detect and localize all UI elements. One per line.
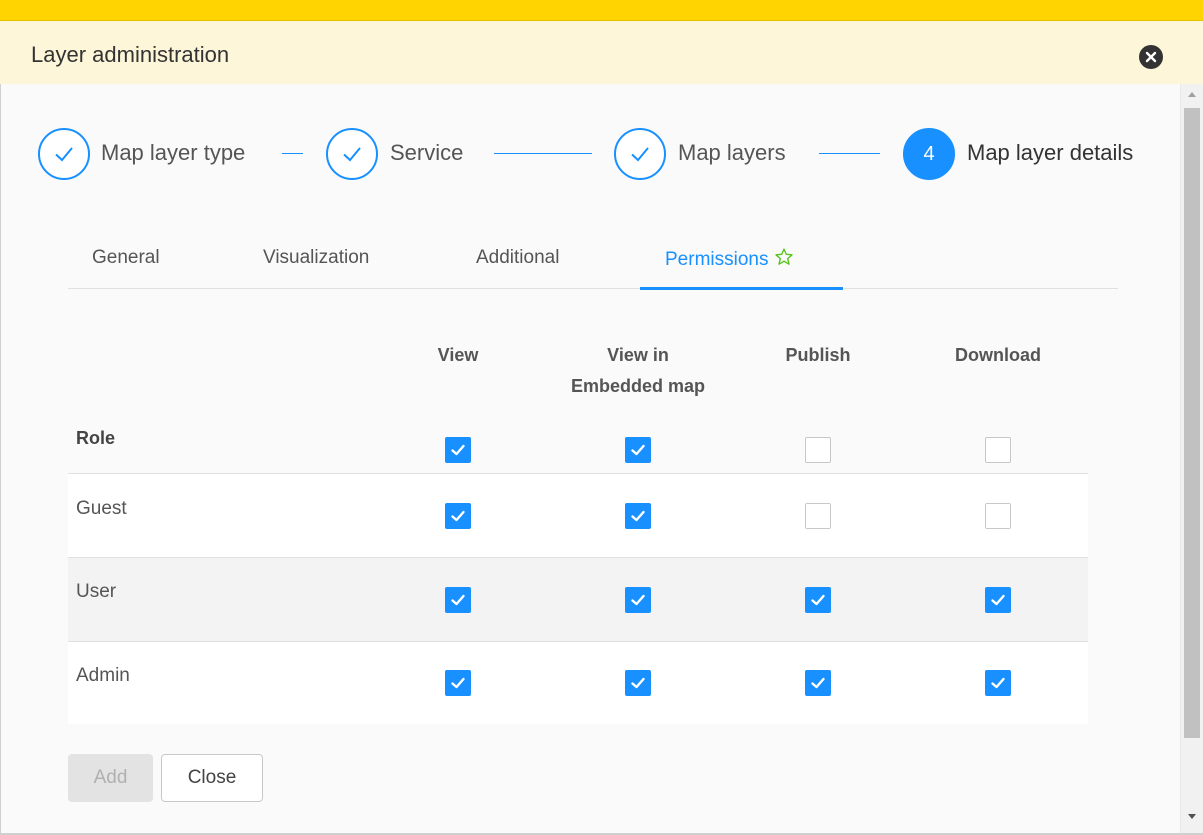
dialog-header: Layer administration <box>0 21 1203 84</box>
select-all-publish-checkbox[interactable] <box>805 437 831 463</box>
role-label-guest: Guest <box>76 498 127 519</box>
step-label-service: Service <box>390 140 464 165</box>
scroll-up-arrow-icon[interactable] <box>1181 90 1203 104</box>
column-header-download-label: Download <box>955 345 1041 365</box>
column-header-download: Download <box>928 340 1068 371</box>
step-label-map-layers: Map layers <box>678 140 786 165</box>
select-all-embedded-checkbox[interactable] <box>625 437 651 463</box>
column-header-view-label: View <box>437 345 479 365</box>
tab-permissions-label: Permissions <box>665 249 769 270</box>
column-header-publish: Publish <box>758 340 878 371</box>
close-button[interactable]: Close <box>161 754 263 802</box>
star-icon <box>775 248 794 265</box>
step-connector <box>282 153 303 154</box>
close-icon[interactable] <box>1139 45 1163 69</box>
admin-publish-checkbox[interactable] <box>805 670 831 696</box>
column-header-view: View <box>398 340 518 371</box>
step-number: 4 <box>923 142 935 165</box>
guest-embedded-checkbox[interactable] <box>625 503 651 529</box>
user-embedded-checkbox[interactable] <box>625 587 651 613</box>
guest-view-checkbox[interactable] <box>445 503 471 529</box>
step-label-map-layer-details: Map layer details <box>967 140 1134 165</box>
active-tab-indicator <box>640 287 843 290</box>
table-row <box>68 641 1088 724</box>
guest-download-checkbox[interactable] <box>985 503 1011 529</box>
tab-permissions[interactable]: Permissions <box>665 247 794 271</box>
vertical-scrollbar[interactable] <box>1180 84 1203 833</box>
check-icon <box>614 128 666 180</box>
tab-visualization[interactable]: Visualization <box>263 247 369 269</box>
role-column-header: Role <box>76 428 116 448</box>
add-button[interactable]: Add <box>68 754 153 802</box>
table-row <box>68 557 1088 641</box>
role-label-user: User <box>76 581 117 602</box>
step-connector <box>494 153 592 154</box>
guest-publish-checkbox[interactable] <box>805 503 831 529</box>
admin-view-checkbox[interactable] <box>445 670 471 696</box>
column-header-view-embedded-line2: Embedded map <box>570 376 706 396</box>
check-icon <box>38 128 90 180</box>
dialog-title: Layer administration <box>31 42 230 67</box>
top-accent-bar <box>0 0 1203 21</box>
scrollbar-thumb[interactable] <box>1184 108 1200 738</box>
select-all-view-checkbox[interactable] <box>445 437 471 463</box>
select-all-download-checkbox[interactable] <box>985 437 1011 463</box>
admin-embedded-checkbox[interactable] <box>625 670 651 696</box>
column-header-view-embedded: View in Embedded map <box>548 340 728 402</box>
tab-general[interactable]: General <box>92 247 160 269</box>
dialog-border-left <box>0 84 1 835</box>
admin-download-checkbox[interactable] <box>985 670 1011 696</box>
table-row <box>68 473 1088 557</box>
user-publish-checkbox[interactable] <box>805 587 831 613</box>
user-view-checkbox[interactable] <box>445 587 471 613</box>
step-label-map-layer-type: Map layer type <box>101 140 246 165</box>
column-header-publish-label: Publish <box>785 345 851 365</box>
user-download-checkbox[interactable] <box>985 587 1011 613</box>
step-connector <box>819 153 880 154</box>
tab-additional[interactable]: Additional <box>476 247 559 269</box>
step-number-badge: 4 <box>903 128 955 180</box>
check-icon <box>326 128 378 180</box>
column-header-view-embedded-line1: View in <box>607 345 669 365</box>
role-label-admin: Admin <box>76 665 130 686</box>
scroll-down-arrow-icon[interactable] <box>1181 813 1203 827</box>
tabs-divider <box>68 288 1118 289</box>
